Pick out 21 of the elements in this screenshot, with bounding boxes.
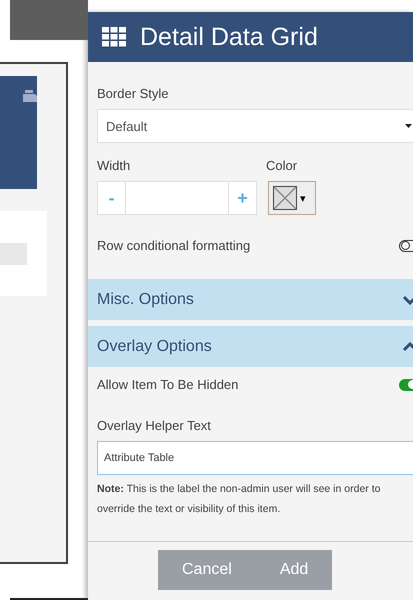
color-picker-button[interactable]: ▾ — [268, 181, 316, 215]
chevron-up-icon — [403, 342, 413, 352]
helper-text-field[interactable]: Attribute Table — [97, 441, 413, 475]
caret-icon — [405, 124, 412, 128]
border-style-select[interactable]: Default — [97, 109, 413, 143]
toggle-switch[interactable] — [399, 378, 413, 390]
section-header[interactable]: Overlay Options — [88, 326, 413, 367]
option-label: Allow Item To Be Hidden — [97, 377, 238, 392]
field-label: Overlay Helper Text — [97, 418, 212, 433]
note-text: Note: This is the label the non-admin user will see in order to override the text or visibility of this item. — [97, 482, 382, 517]
no-color-icon — [273, 186, 297, 210]
grid-icon — [102, 27, 126, 47]
section-header[interactable]: Misc. Options — [88, 279, 413, 320]
printer-icon — [23, 90, 37, 104]
option-label: Row conditional formatting — [97, 238, 250, 253]
field-label: Border Style — [97, 86, 170, 101]
toggle-switch[interactable] — [399, 240, 413, 252]
field-label: Color — [266, 158, 298, 173]
field-label: Width — [97, 158, 132, 173]
chevron-down-icon — [403, 294, 413, 304]
dialog-title: Detail Data Grid — [140, 22, 318, 52]
